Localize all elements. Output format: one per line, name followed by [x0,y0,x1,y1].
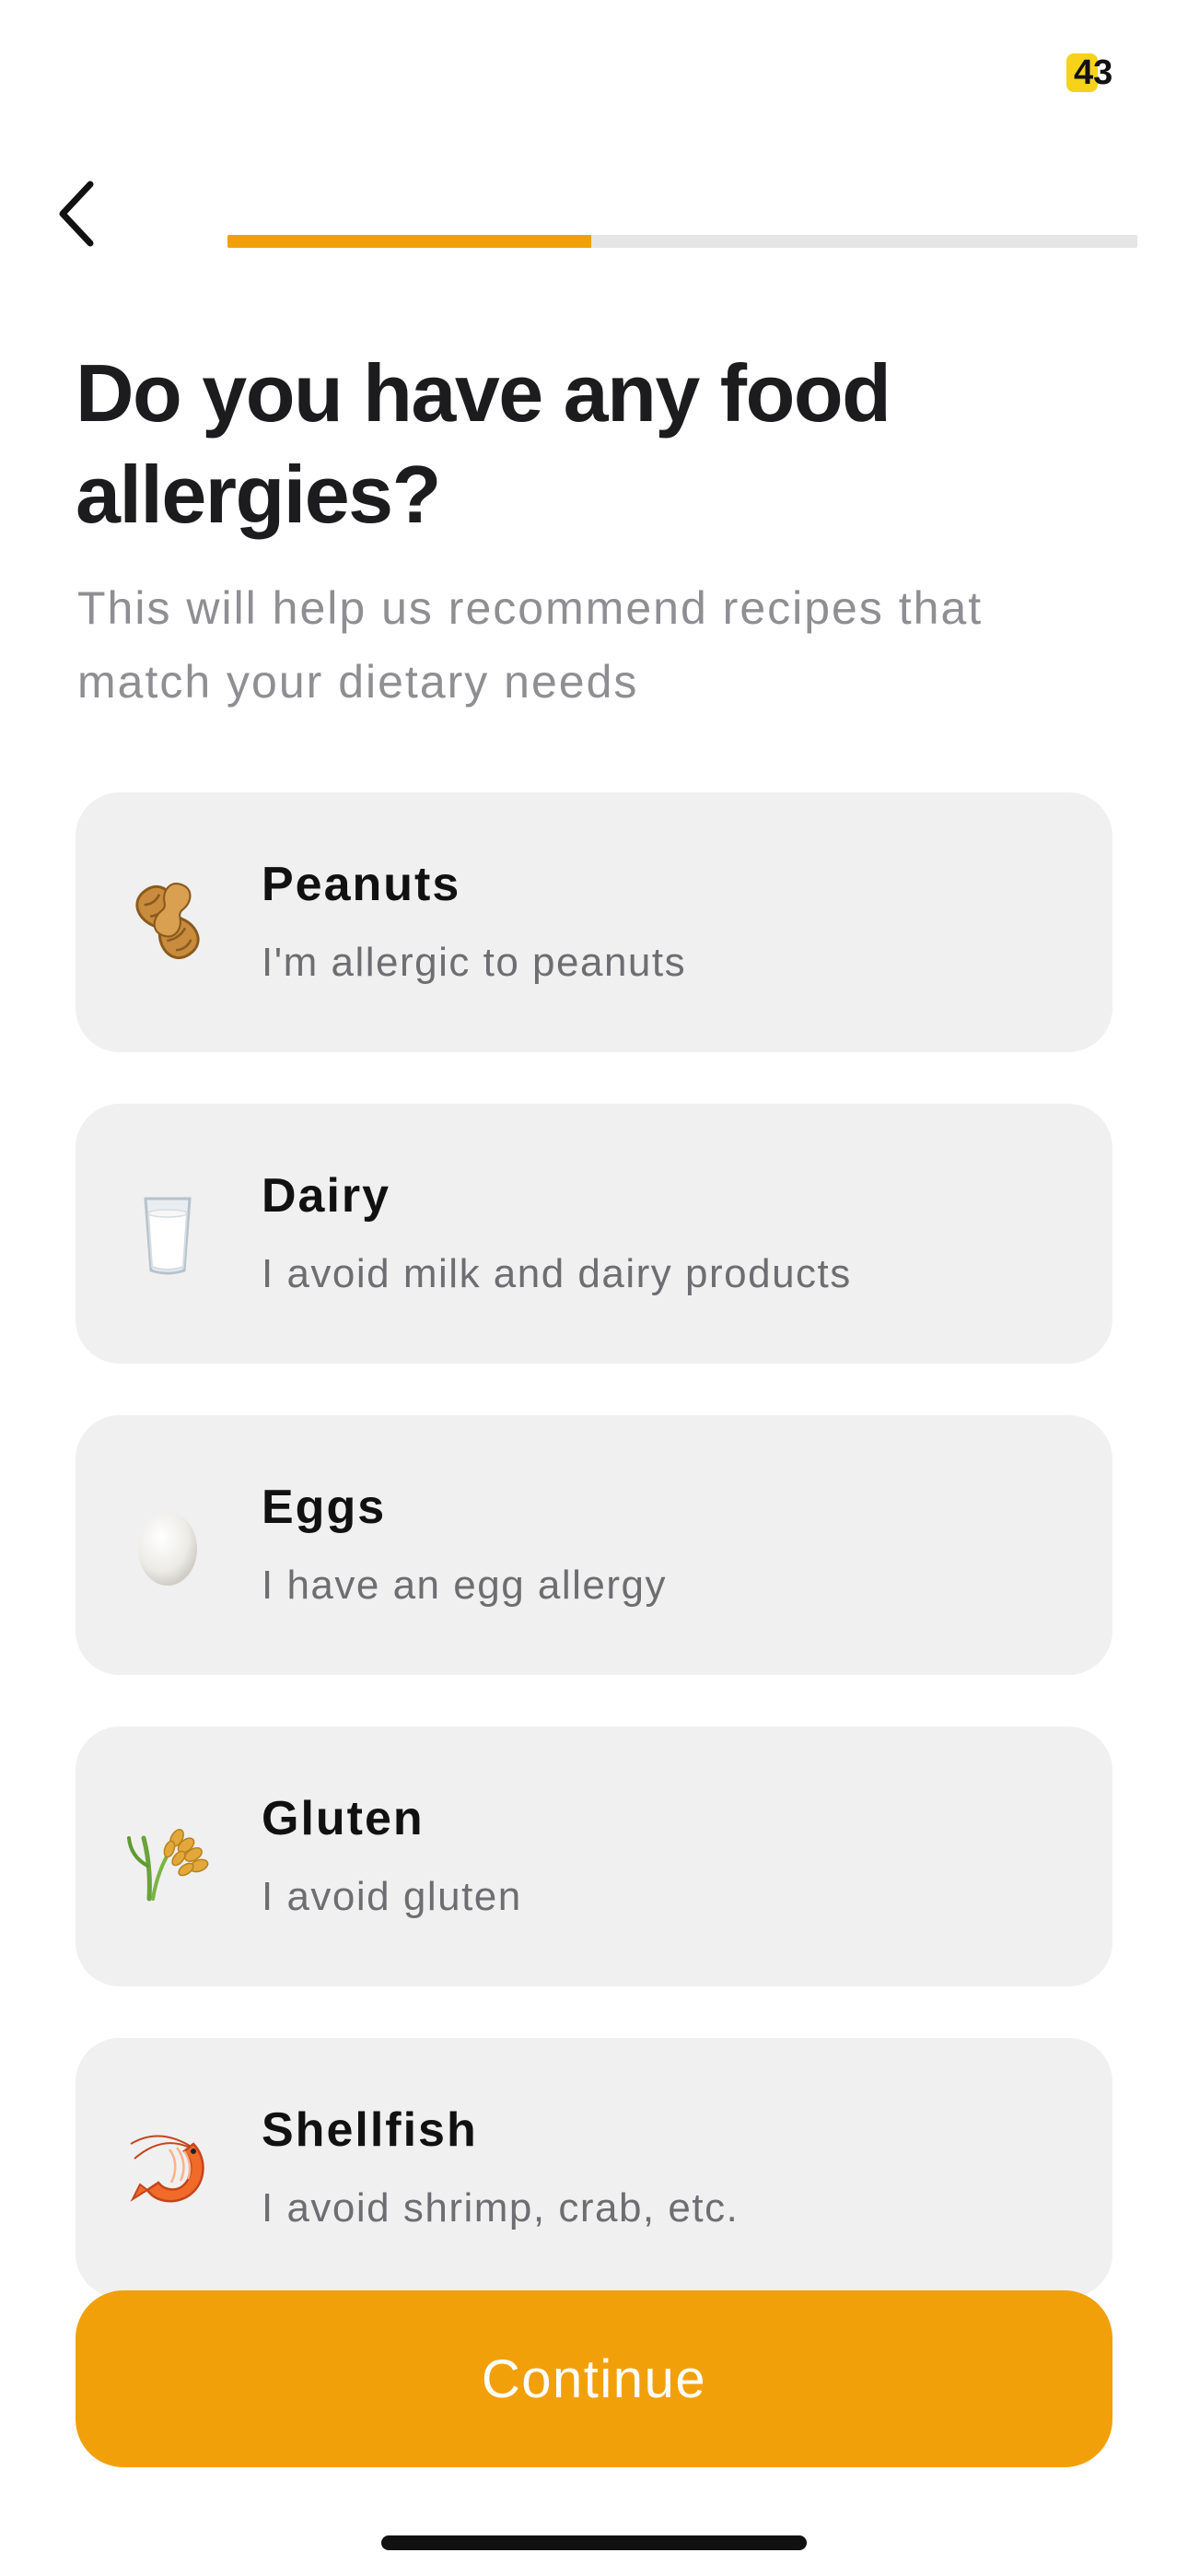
option-description: I'm allergic to peanuts [262,940,687,985]
option-description: I avoid gluten [262,1874,522,1919]
continue-button[interactable]: Continue [76,2290,1112,2467]
back-button[interactable] [53,177,120,251]
option-description: I have an egg allergy [262,1563,668,1608]
battery-indicator: 43 [1066,53,1112,92]
page-subtitle: This will help us recommend recipes that… [77,582,984,708]
option-peanuts[interactable]: Peanuts I'm allergic to peanuts [76,792,1112,1052]
option-gluten[interactable]: Gluten I avoid gluten [76,1727,1112,1986]
chevron-left-icon [59,181,94,247]
option-description: I avoid milk and dairy products [262,1251,852,1296]
allergy-options-list: Peanuts I'm allergic to peanuts Dairy I … [76,792,1112,2349]
option-shellfish[interactable]: Shellfish I avoid shrimp, crab, etc. [76,2038,1112,2298]
egg-icon [122,1499,214,1591]
option-title: Shellfish [262,2103,478,2157]
shrimp-icon [122,2122,214,2214]
option-title: Gluten [262,1792,425,1845]
option-title: Peanuts [262,858,461,911]
option-title: Dairy [262,1169,391,1223]
option-dairy[interactable]: Dairy I avoid milk and dairy products [76,1104,1112,1364]
home-indicator [381,2535,807,2550]
peanut-icon [122,876,214,968]
option-description: I avoid shrimp, crab, etc. [262,2185,740,2231]
battery-level: 43 [1074,53,1113,92]
wheat-icon [122,1810,214,1903]
progress-bar [227,235,1137,248]
page-title: Do you have any food allergies? [76,347,891,540]
option-title: Eggs [262,1481,387,1534]
milk-glass-icon [122,1188,214,1280]
option-eggs[interactable]: Eggs I have an egg allergy [76,1415,1112,1675]
progress-bar-fill [227,235,592,248]
